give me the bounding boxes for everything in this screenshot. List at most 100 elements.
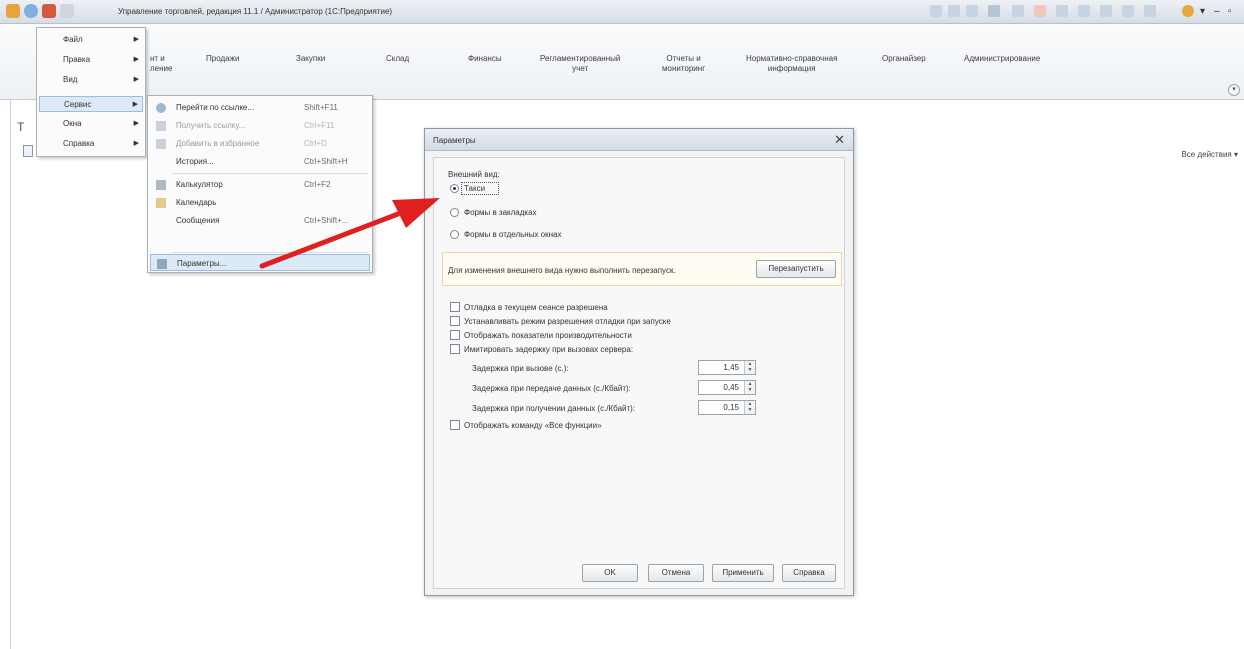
section-item[interactable]: Администрирование <box>964 54 1040 64</box>
tray-icon[interactable] <box>948 5 960 17</box>
all-actions-button[interactable]: Все действия ▾ <box>1181 150 1238 159</box>
app-logo-icon[interactable] <box>6 4 20 18</box>
checkbox-all-functions[interactable] <box>450 420 460 430</box>
submenu-arrow-icon: ▶ <box>133 120 139 127</box>
checkbox-debug-startup[interactable] <box>450 316 460 326</box>
appearance-label: Внешний вид: <box>448 170 500 179</box>
home-icon[interactable] <box>42 4 56 18</box>
dialog-title-bar: Параметры ✕ <box>425 129 853 151</box>
delay-label: Задержка при передаче данных (с./Кбайт): <box>472 384 631 393</box>
submenu-arrow-icon: ▶ <box>133 36 139 43</box>
collapse-panel-icon[interactable]: ▾ <box>1228 84 1240 96</box>
section-item[interactable]: Отчеты и мониторинг <box>662 54 705 74</box>
tray-icon[interactable] <box>1034 5 1046 17</box>
apply-button[interactable]: Применить <box>712 564 774 582</box>
menu-shortcut: Ctrl+Shift+... <box>304 216 349 225</box>
menu-item-view[interactable]: Вид ▶ <box>39 72 143 88</box>
menu-item-parameters[interactable]: Параметры... <box>150 254 370 271</box>
close-icon[interactable]: ✕ <box>834 132 845 148</box>
spinner-icon[interactable]: ▲ ▼ <box>744 401 755 414</box>
menu-item-label: Календарь <box>176 198 217 207</box>
side-panel-icon[interactable] <box>23 145 33 157</box>
tray-icon[interactable] <box>966 5 978 17</box>
restart-note: Для изменения внешнего вида нужно выполн… <box>448 266 676 275</box>
section-item[interactable]: Регламентированный учет <box>540 54 620 74</box>
tray-icon[interactable] <box>1122 5 1134 17</box>
section-item[interactable]: Продажи <box>206 54 239 64</box>
tray-icon[interactable] <box>1078 5 1090 17</box>
tray-icon[interactable] <box>1144 5 1156 17</box>
delay-label: Задержка при получении данных (с./Кбайт)… <box>472 404 636 413</box>
sections-panel: нт и ление Продажи Закупки Склад Финансы… <box>0 24 1244 100</box>
minimize-icon[interactable]: – <box>1214 6 1220 17</box>
checkbox-label: Отображать показатели производительности <box>464 331 632 340</box>
section-item[interactable]: Нормативно-справочная информация <box>746 54 837 74</box>
section-item[interactable]: нт и ление <box>150 54 172 74</box>
submenu-arrow-icon: ▶ <box>133 56 139 63</box>
menu-separator <box>172 252 368 253</box>
section-item[interactable]: Финансы <box>468 54 502 64</box>
cancel-button[interactable]: Отмена <box>648 564 704 582</box>
menu-item-windows[interactable]: Окна ▶ <box>39 116 143 132</box>
tray-icon[interactable] <box>930 5 942 17</box>
menu-item-calculator[interactable]: Калькулятор Ctrl+F2 <box>150 176 370 193</box>
checkbox-label: Отладка в текущем сеансе разрешена <box>464 303 608 312</box>
parameters-dialog: Параметры ✕ Внешний вид: Такси Формы в з… <box>424 128 854 596</box>
checkbox-debug-current[interactable] <box>450 302 460 312</box>
calendar-icon <box>156 198 166 208</box>
section-item[interactable]: Закупки <box>296 54 325 64</box>
menu-item-label: Добавить в избранное <box>176 139 260 148</box>
get-link-icon <box>156 121 166 131</box>
menu-item-add-favorite[interactable]: Добавить в избранное Ctrl+D <box>150 135 370 152</box>
ok-button[interactable]: OK <box>582 564 638 582</box>
radio-label: Формы в отдельных окнах <box>464 230 562 239</box>
dropdown-icon[interactable]: ▾ <box>1200 6 1205 17</box>
menu-item-help[interactable]: Справка ▶ <box>39 136 143 152</box>
divider <box>10 100 11 649</box>
menu-item-file[interactable]: Файл ▶ <box>39 32 143 48</box>
checkbox-performance[interactable] <box>450 330 460 340</box>
dialog-body: Внешний вид: Такси Формы в закладках Фор… <box>433 157 845 589</box>
main-menu: Файл ▶ Правка ▶ Вид ▶ Сервис ▶ Окна ▶ Справка… <box>36 27 146 157</box>
radio-separate-windows[interactable] <box>450 230 459 239</box>
tray-icon[interactable] <box>1056 5 1068 17</box>
delay-call-input[interactable]: 1,45 ▲ ▼ <box>698 360 756 375</box>
menu-item-messages[interactable]: Сообщения Ctrl+Shift+... <box>150 212 370 229</box>
menu-item-label: Сервис <box>64 100 92 109</box>
menu-item-service[interactable]: Сервис ▶ <box>39 96 143 112</box>
tray-icon[interactable] <box>988 5 1000 17</box>
checkbox-label: Отображать команду «Все функции» <box>464 421 602 430</box>
back-icon[interactable] <box>24 4 38 18</box>
menu-shortcut: Ctrl+F11 <box>304 121 335 130</box>
menu-separator <box>172 173 368 174</box>
menu-item-edit[interactable]: Правка ▶ <box>39 52 143 68</box>
maximize-icon[interactable]: ▫ <box>1228 6 1232 17</box>
spinner-icon[interactable]: ▲ ▼ <box>744 361 755 374</box>
menu-item-go-to-link[interactable]: Перейти по ссылке... Shift+F11 <box>150 99 370 116</box>
menu-item-history[interactable]: История... Ctrl+Shift+H <box>150 153 370 170</box>
radio-tabs[interactable] <box>450 208 459 217</box>
delay-value: 1,45 <box>723 363 739 372</box>
info-icon[interactable] <box>1182 5 1194 17</box>
tray-icon[interactable] <box>1012 5 1024 17</box>
menu-item-get-link[interactable]: Получить ссылку... Ctrl+F11 <box>150 117 370 134</box>
delay-receive-input[interactable]: 0,15 ▲ ▼ <box>698 400 756 415</box>
delay-send-input[interactable]: 0,45 ▲ ▼ <box>698 380 756 395</box>
section-item[interactable]: Органайзер <box>882 54 926 64</box>
menu-item-label: Калькулятор <box>176 180 223 189</box>
section-item[interactable]: Склад <box>386 54 409 64</box>
spinner-icon[interactable]: ▲ ▼ <box>744 381 755 394</box>
history-icon[interactable] <box>60 4 74 18</box>
radio-label: Формы в закладках <box>464 208 537 217</box>
tray-icon[interactable] <box>1100 5 1112 17</box>
checkbox-label: Устанавливать режим разрешения отладки п… <box>464 317 671 326</box>
help-button[interactable]: Справка <box>782 564 836 582</box>
menu-item-calendar[interactable]: Календарь <box>150 194 370 211</box>
restart-button[interactable]: Перезапустить <box>756 260 836 278</box>
title-bar: Управление торговлей, редакция 11.1 / Ад… <box>0 0 1244 24</box>
checkbox-simulate-delay[interactable] <box>450 344 460 354</box>
submenu-arrow-icon: ▶ <box>132 101 138 108</box>
dialog-title: Параметры <box>433 136 476 145</box>
radio-taxi[interactable] <box>450 184 459 193</box>
menu-shortcut: Ctrl+D <box>304 139 327 148</box>
